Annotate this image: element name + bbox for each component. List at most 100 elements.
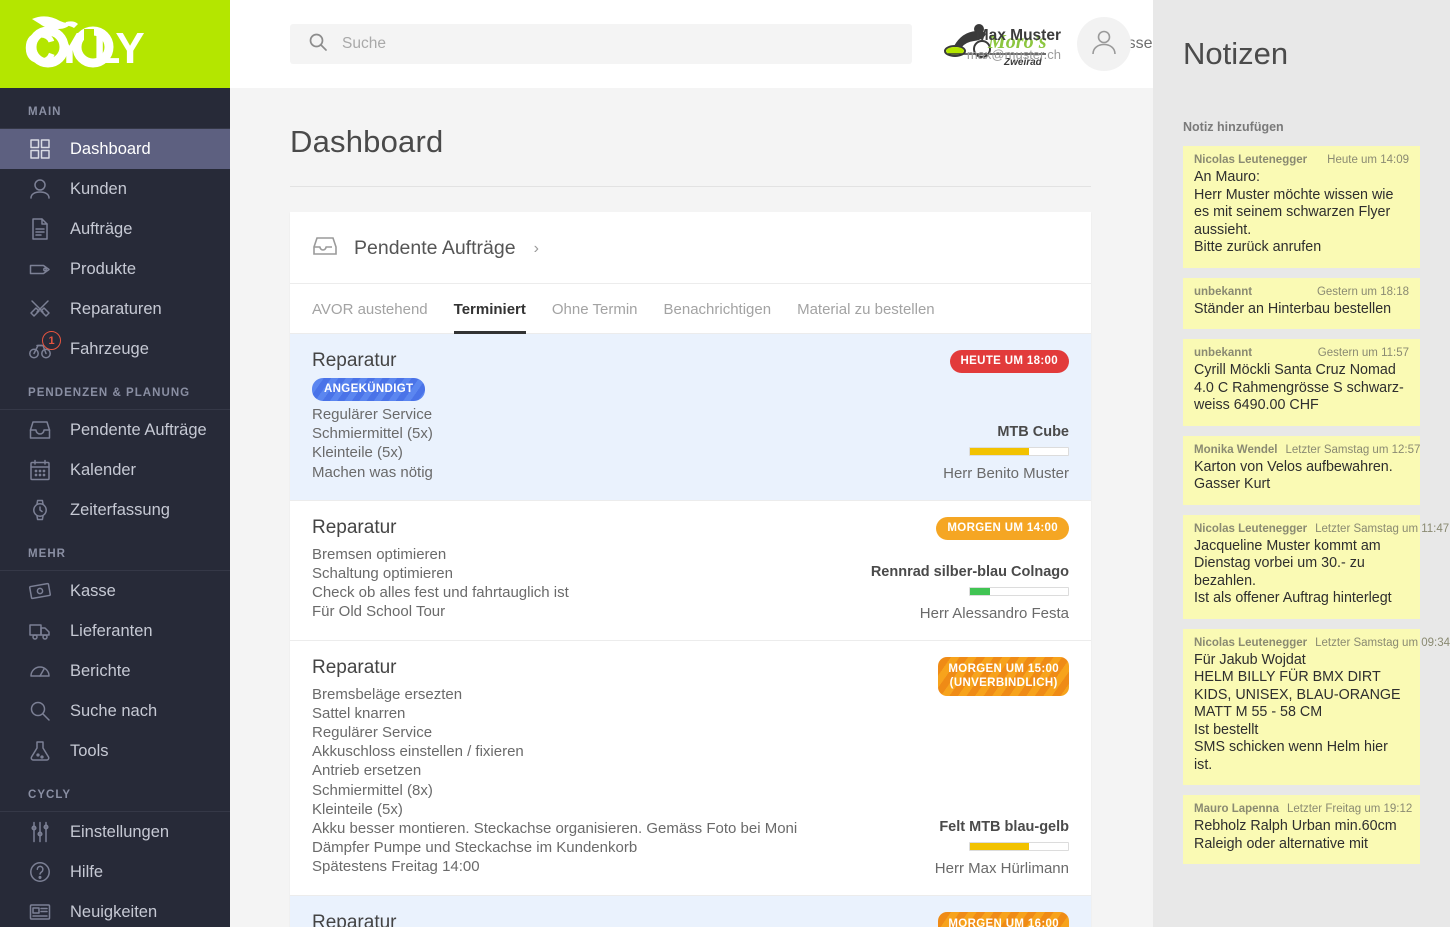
bike-name: Rennrad silber-blau Colnago [870,563,1069,580]
tab-material-zu-bestellen[interactable]: Material zu bestellen [797,284,935,334]
sidebar-item-neuigkeiten[interactable]: Neuigkeiten [0,892,230,927]
add-note-button[interactable]: Notiz hinzufügen [1183,72,1420,146]
sidebar-item-label: Pendente Aufträge [70,420,207,439]
repair-task-line: Akku besser montieren. Steckachse organi… [312,820,798,838]
tab-benachrichtigen[interactable]: Benachrichtigen [664,284,772,334]
note-header: Monika Wendel Letzter Samstag um 12:57 [1194,444,1420,456]
repair-row-details: Reparatur Bremsbeläge ersezten Sattel knar… [312,657,819,877]
repair-task-line: Bremsbeläge ersezten [312,685,463,703]
due-badge-line1: MORGEN UM 14:00 [947,521,1058,534]
notes-title: Notizen [1183,36,1289,71]
note-header: Nicolas Leutenegger Letzter Samstag um 11… [1194,523,1449,535]
user-identity: Max Muster max@muster.ch [967,27,1061,62]
sidebar-item-label: Dashboard [70,139,151,158]
note-author: Mauro Lapenna [1194,803,1279,815]
note-body-text: Jacqueline Muster kommt am Dienstag vorb… [1194,537,1392,607]
status-badge: ANGEKÜNDIGT [312,378,426,401]
note-body: Cyrill Möckli Santa Cruz Nomad 4.0 C Rah… [1194,362,1409,415]
repair-row-details: ReparaturANGEKÜNDIGT [312,912,819,927]
sidebar-item-tools[interactable]: Tools [0,731,230,771]
sidebar-item-label: Kalender [70,460,137,479]
note-body: Ständer an Hinterbau bestellen [1194,301,1409,319]
tab-ohne-termin[interactable]: Ohne Termin [552,284,638,334]
sidebar-item-kunden[interactable]: Kunden [0,169,230,209]
inbox-icon [26,417,54,443]
title-divider [290,186,1091,187]
note-card[interactable]: unbekannt Gestern um 11:57 Cyrill Möckli S… [1183,339,1420,426]
card-title: Pendente Aufträge [354,237,516,259]
note-card[interactable]: Nicolas Leutenegger Letzter Samstag um 09… [1183,628,1450,785]
sidebar-item-berichte[interactable]: Berichte [0,651,230,691]
note-timestamp: Letzter Samstag um 12:57 [1285,443,1421,456]
repair-task-line: Sattel knarren [312,704,406,722]
banknote-icon [26,578,54,604]
user-menu[interactable]: Max Muster max@muster.ch [967,0,1153,88]
note-header: Nicolas Leutenegger Heute um 14:09 [1194,154,1409,166]
sidebar-item-einstellungen[interactable]: Einstellungen [0,812,230,852]
tab-avor-austehend[interactable]: AVOR austehend [312,284,428,334]
sidebar-item-lieferanten[interactable]: Lieferanten [0,611,230,651]
note-body: Karton von Velos aufbewahren. Gasser Kur… [1194,459,1409,494]
repair-type: Reparatur [312,516,397,538]
sidebar-item-zeiterfassung[interactable]: Zeiterfassung [0,490,230,530]
repair-row[interactable]: Reparatur Bremsbeläge ersezten Sattel knar… [290,641,1091,896]
repair-row[interactable]: ReparaturANGEKÜNDIGTMORGEN UM 16:00(UNVE… [290,895,1091,927]
note-card[interactable]: Mauro Lapenna Letzter Freitag um 19:12 Reb… [1183,795,1420,864]
sidebar-item-label: Kunden [70,179,127,198]
sidebar-item-fahrzeuge[interactable]: Fahrzeuge 1 [0,329,230,369]
repair-rows: Reparatur ANGEKÜNDIGT Regulärer Service Sch… [290,334,1091,927]
news-icon [26,899,54,925]
note-card[interactable]: Monika Wendel Letzter Samstag um 12:57 Kar… [1183,435,1420,505]
tab-terminiert[interactable]: Terminiert [453,284,526,334]
sidebar-item-pendente-auftr-ge[interactable]: Pendente Aufträge [0,410,230,450]
sidebar-section-title: CYCLY [28,789,72,801]
sidebar-item-label: Lieferanten [70,621,153,640]
note-timestamp: Gestern um 18:18 [1316,285,1409,298]
question-circle-icon [26,859,54,885]
flask-icon [26,738,54,764]
repair-task-list: Bremsbeläge ersezten Sattel knarren Regulä… [312,685,819,877]
sidebar-item-label: Berichte [70,661,131,680]
repair-row-details: Reparatur ANGEKÜNDIGT Regulärer Service Sch… [312,350,819,482]
sidebar-item-kalender[interactable]: Kalender [0,450,230,490]
note-timestamp: Heute um 14:09 [1327,154,1409,166]
sidebar-item-produkte[interactable]: Produkte [0,249,230,289]
sidebar-item-label: Kasse [70,581,116,600]
note-card[interactable]: Nicolas Leutenegger Letzter Samstag um 11… [1183,514,1449,619]
repair-row[interactable]: Reparatur ANGEKÜNDIGT Regulärer Service Sch… [290,334,1091,501]
sidebar-item-kasse[interactable]: Kasse [0,571,230,611]
magnifier-icon [26,698,54,724]
repair-row[interactable]: Reparatur Bremsen optimieren Schaltung opt… [290,501,1091,641]
sliders-icon [26,819,54,845]
global-search[interactable] [290,24,912,64]
search-input[interactable] [342,35,894,53]
tag-icon [26,256,54,282]
note-card[interactable]: Nicolas Leutenegger Heute um 14:09 An Maur… [1183,146,1420,268]
sidebar-item-dashboard[interactable]: Dashboard [0,129,230,169]
note-header: unbekannt Gestern um 11:57 [1194,347,1409,359]
note-body-text: An Mauro: Herr Muster möchte wissen wie … [1194,169,1394,255]
repair-row-details: Reparatur Bremsen optimieren Schaltung opt… [312,517,819,622]
sidebar-item-label: Reparaturen [70,299,162,318]
due-badge: HEUTE UM 18:00 [949,350,1069,373]
note-body: Jacqueline Muster kommt am Dienstag vorb… [1194,538,1409,608]
sidebar-item-reparaturen[interactable]: Reparaturen [0,289,230,329]
sidebar-item-label: Einstellungen [70,822,170,841]
sidebar-item-hilfe[interactable]: Hilfe [0,852,230,892]
note-header: Mauro Lapenna Letzter Freitag um 19:12 [1194,803,1412,815]
app-logo[interactable]: CY LY [0,0,230,88]
note-timestamp: Letzter Samstag um 09:34 [1315,636,1450,649]
sidebar-item-badge: 1 [42,331,61,350]
avatar[interactable] [1077,17,1131,71]
due-badge-line1: MORGEN UM 16:00 [948,917,1059,927]
card-header[interactable]: Pendente Aufträge › [290,212,1091,284]
sidebar-item-label: Suche nach [70,701,158,720]
due-badge: MORGEN UM 14:00 [936,516,1069,540]
sidebar-item-auftr-ge[interactable]: Aufträge [0,209,230,249]
repair-task-line: Schmiermittel (8x) [312,781,433,799]
notes-list: Nicolas Leutenegger Heute um 14:09 An Maur… [1183,146,1450,864]
repair-row-meta: MORGEN UM 16:00(UNVERBINDLICH)Focus Para… [819,911,1069,927]
customer-name: Herr Benito Muster [943,464,1069,482]
note-card[interactable]: unbekannt Gestern um 18:18 Ständer an Hint… [1183,277,1420,329]
sidebar-item-suche-nach[interactable]: Suche nach [0,691,230,731]
